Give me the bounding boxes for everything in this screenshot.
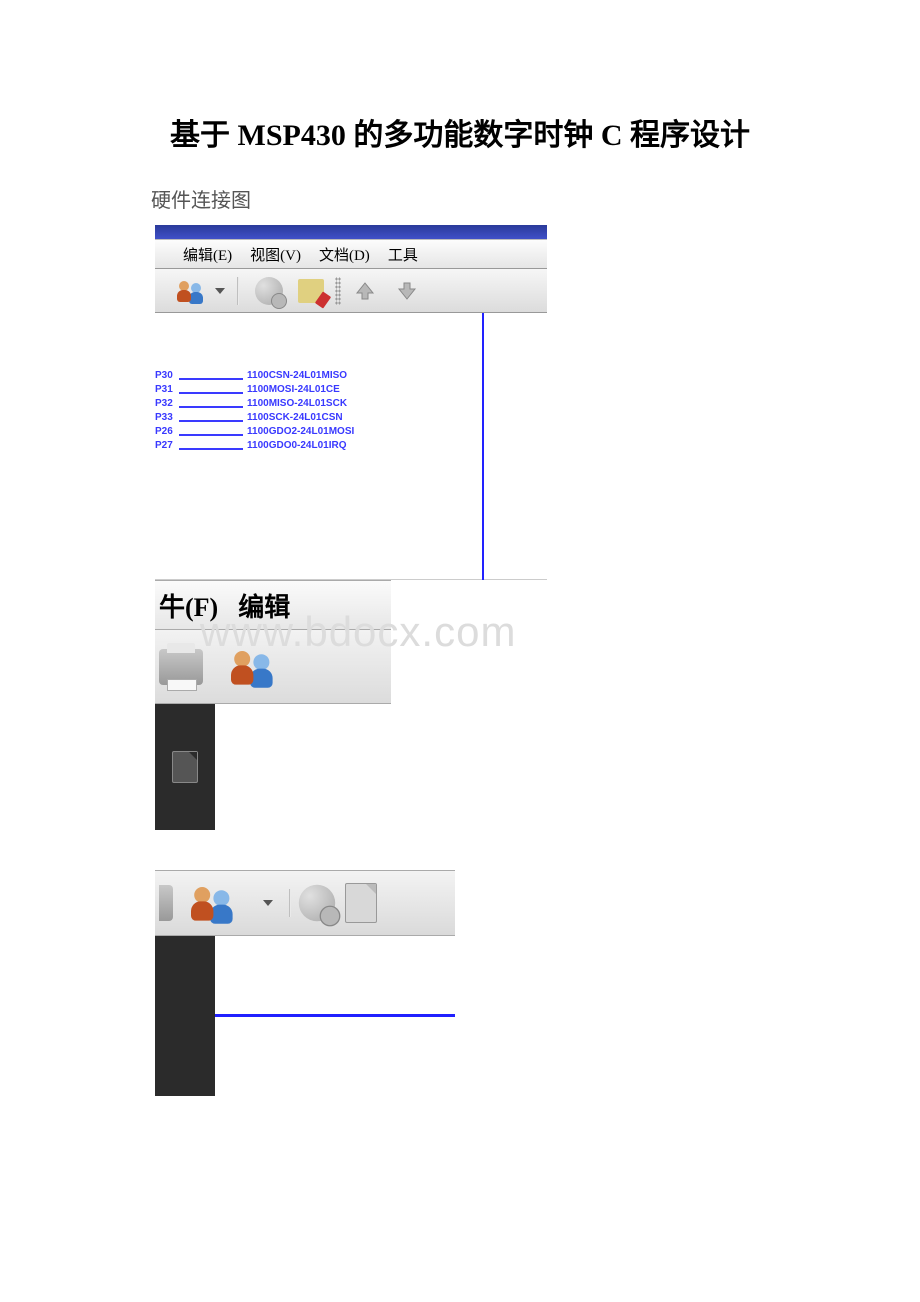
pin-row: P301100CSN-24L01MISO [155,369,354,383]
pin-mapping-table: P301100CSN-24L01MISO P311100MOSI-24L01CE… [155,369,354,453]
canvas-3 [155,936,455,1096]
schematic-border-line [482,313,484,580]
page-icon[interactable] [345,883,377,923]
globe-icon[interactable] [299,885,335,921]
separator [289,889,291,917]
people-icon[interactable] [231,644,276,689]
schematic-border-line [215,1014,455,1017]
screenshot-1: 编辑(E) 视图(V) 文档(D) 工具 P301100CSN-24L01MIS… [155,225,547,580]
canvas-white-2 [215,936,455,1096]
menu-edit-2[interactable]: 编辑 [238,587,290,624]
toolbar-3 [155,870,455,936]
sidebar-dark [155,704,215,830]
partial-tool-icon [159,885,173,921]
pin-row: P331100SCK-24L01CSN [155,411,354,425]
grip-icon [335,277,341,305]
canvas-white [215,704,391,830]
pin-row: P271100GDO0-24L01IRQ [155,439,354,453]
menu-tools[interactable]: 工具 [388,244,418,265]
people-icon[interactable] [191,881,236,926]
sidebar-dark-2 [155,936,215,1096]
pin-row: P311100MOSI-24L01CE [155,383,354,397]
people-button[interactable] [173,273,209,309]
menu-edit[interactable]: 编辑(E) [183,244,232,265]
dropdown-button[interactable] [215,273,225,309]
toolbar [155,269,547,313]
printer-icon[interactable] [159,649,203,685]
globe-icon [255,277,283,305]
screenshot-3 [155,870,455,1096]
menu-view[interactable]: 视图(V) [250,244,301,265]
arrow-down-icon [395,279,419,303]
menu-file[interactable]: 牛(F) [159,587,218,624]
separator [237,277,239,305]
arrow-up-icon [353,279,377,303]
people-icon [177,277,205,305]
pin-row: P261100GDO2-24L01MOSI [155,425,354,439]
subtitle: 硬件连接图 [151,184,795,213]
up-arrow-button[interactable] [347,273,383,309]
page-thumbnail-icon[interactable] [172,751,198,783]
menubar-2: 牛(F) 编辑 [155,580,391,630]
screenshot-2: 牛(F) 编辑 [155,580,391,830]
down-arrow-button[interactable] [389,273,425,309]
dropdown-button[interactable] [263,885,273,921]
globe-button[interactable] [251,273,287,309]
menu-document[interactable]: 文档(D) [319,244,370,265]
canvas-area: P301100CSN-24L01MISO P311100MOSI-24L01CE… [155,313,547,580]
toolbar-2 [155,630,391,704]
document-title: 基于 MSP430 的多功能数字时钟 C 程序设计 [125,110,795,154]
edit-icon [298,279,324,303]
canvas-2 [155,704,391,830]
menubar: 编辑(E) 视图(V) 文档(D) 工具 [155,239,547,269]
edit-button[interactable] [293,273,329,309]
pin-row: P321100MISO-24L01SCK [155,397,354,411]
window-titlebar [155,225,547,239]
